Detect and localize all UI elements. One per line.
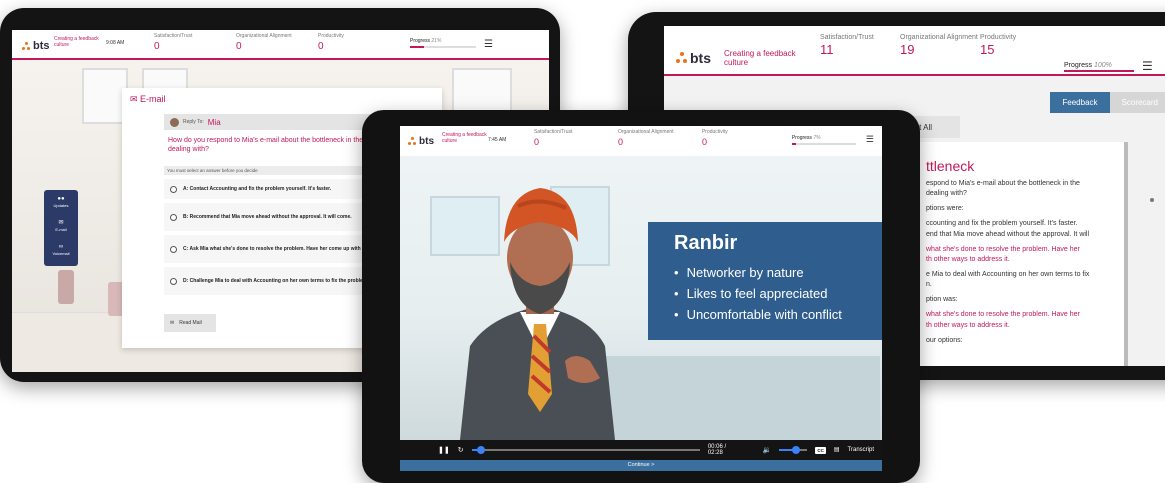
tablet-center: bts Creating a feedback culture 7:45 AM … — [362, 110, 920, 483]
continue-button[interactable]: Continue > — [400, 460, 882, 471]
bts-logo: bts — [408, 136, 442, 147]
mail-icon: ✉ — [170, 320, 175, 326]
tab-scorecard[interactable]: Scorecard — [1109, 92, 1165, 113]
transcript-button[interactable]: Transcript — [848, 447, 874, 453]
clock: 7:45 AM — [487, 137, 507, 143]
hamburger-icon[interactable]: ☰ — [1142, 60, 1153, 72]
app-header: bts Creating a feedback culture Satisfac… — [664, 26, 1165, 76]
bts-logo: bts — [676, 50, 724, 66]
hamburger-icon[interactable]: ☰ — [484, 40, 493, 50]
metric-productivity: Productivity 0 — [318, 33, 344, 52]
volume-icon[interactable]: 🔉 — [763, 447, 772, 454]
transcript-icon[interactable]: ▤ — [834, 447, 840, 453]
radio-button[interactable] — [170, 185, 177, 193]
bts-logo: bts — [22, 40, 54, 52]
trait-item: Likes to feel appreciated — [674, 284, 882, 305]
radio-button[interactable] — [170, 245, 177, 253]
course-title: Creating a feedback culture — [442, 132, 487, 144]
tab-feedback[interactable]: Feedback — [1050, 92, 1110, 113]
character-profile-card: Ranbir Networker by nature Likes to feel… — [648, 222, 882, 340]
metric-satisfaction: Satisfaction/Trust 0 — [533, 129, 573, 147]
course-title: Creating a feedback culture — [724, 49, 796, 67]
email-title: ✉ E-mail — [130, 94, 166, 104]
time-readout: 00:06 / 02:28 — [707, 444, 727, 456]
character-illustration — [460, 188, 615, 440]
app-header: bts Creating a feedback culture 7:45 AM … — [400, 126, 882, 156]
feedback-line: ptions were: — [926, 205, 964, 213]
people-icon: ●● — [57, 196, 65, 202]
volume-slider[interactable] — [779, 446, 808, 454]
progress-indicator: Progress 21% — [410, 38, 476, 48]
metric-alignment: Organizational Alignment 0 — [617, 129, 674, 147]
feedback-line: espond to Mia's e-mail about the bottlen… — [926, 180, 1080, 198]
feedback-line: our options: — [926, 336, 963, 344]
read-mail-button[interactable]: ✉ Read Mail — [164, 314, 216, 332]
feedback-line: ption was: — [926, 296, 958, 304]
metric-productivity: Productivity 0 — [701, 129, 728, 147]
voicemail-icon: ∞ — [58, 244, 64, 250]
progress-bar — [410, 46, 476, 48]
logo-dots-icon — [408, 137, 417, 146]
video-screen: bts Creating a feedback culture 7:45 AM … — [400, 126, 882, 471]
course-title: Creating a feedback culture — [54, 36, 99, 48]
camera-dot — [1150, 198, 1154, 202]
hamburger-icon[interactable]: ☰ — [866, 135, 874, 144]
recipient-name: Mia — [207, 117, 221, 127]
app-header: bts Creating a feedback culture 9:08 AM … — [12, 30, 549, 60]
metric-productivity: Productivity 15 — [980, 34, 1017, 57]
feedback-panel: ttleneck espond to Mia's e-mail about th… — [914, 142, 1128, 366]
logo-dots-icon — [22, 41, 31, 51]
radio-button[interactable] — [170, 213, 177, 221]
seek-bar[interactable] — [471, 446, 700, 454]
trait-item: Networker by nature — [674, 263, 882, 284]
trait-list: Networker by nature Likes to feel apprec… — [674, 263, 882, 325]
progress-bar — [791, 143, 856, 145]
trait-item: Uncomfortable with conflict — [674, 305, 882, 326]
pause-icon[interactable]: ❚❚ — [438, 447, 450, 454]
progress-bar — [1064, 70, 1134, 72]
sidebar-item-voicemail[interactable]: ∞ Voicemail — [44, 238, 78, 262]
avatar — [170, 117, 179, 127]
mail-icon: ✉ — [58, 220, 64, 226]
logo-dots-icon — [676, 52, 688, 64]
clock: 9:08 AM — [106, 40, 125, 46]
sidebar-item-updates[interactable]: ●● Updates — [44, 190, 78, 214]
metric-satisfaction: Satisfaction/Trust 0 — [154, 33, 193, 52]
video-frame[interactable]: Ranbir Networker by nature Likes to feel… — [400, 156, 882, 440]
feedback-line: what she's done to resolve the problem. … — [926, 311, 1080, 329]
feedback-line: e Mia to deal with Accounting on her own… — [926, 270, 1090, 289]
character-name: Ranbir — [674, 232, 738, 254]
radio-button[interactable] — [170, 277, 177, 285]
sidebar-item-email[interactable]: ✉ E-mail — [44, 214, 78, 238]
view-tabs: Feedback Scorecard — [1050, 92, 1165, 113]
metric-satisfaction: Satisfaction/Trust 11 — [820, 34, 874, 57]
progress-indicator: Progress 100% — [1064, 62, 1134, 72]
metric-alignment: Organizational Alignment 0 — [236, 33, 292, 52]
feedback-line: ccounting and fix the problem yourself. … — [926, 220, 1090, 238]
marketing-composite: bts Creating a feedback culture 9:08 AM … — [0, 0, 1165, 483]
feedback-line: what she's done to resolve the problem. … — [926, 245, 1080, 263]
metric-alignment: Organizational Alignment 19 — [900, 34, 978, 57]
replay-icon[interactable]: ↻ — [458, 447, 464, 454]
feedback-title: ttleneck — [926, 158, 975, 174]
side-nav: ●● Updates ✉ E-mail ∞ Voicemail — [44, 190, 78, 266]
video-controls: ❚❚ ↻ 00:06 / 02:28 🔉 CC ▤ Transcript — [400, 440, 882, 460]
closed-captions-button[interactable]: CC — [815, 446, 826, 454]
progress-indicator: Progress 7% — [791, 135, 856, 145]
